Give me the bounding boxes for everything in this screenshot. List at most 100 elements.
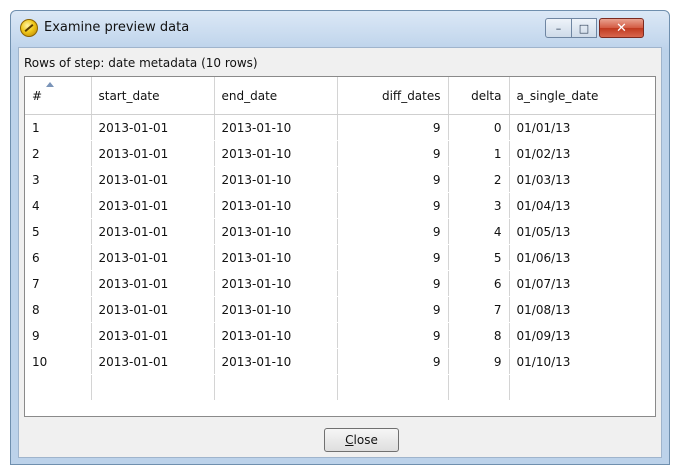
table-cell[interactable]: 8: [25, 296, 92, 323]
maximize-icon: □: [578, 21, 590, 35]
table-cell[interactable]: 2013-01-10: [214, 244, 338, 271]
table-cell[interactable]: 01/09/13: [509, 322, 655, 349]
table-cell[interactable]: 2013-01-01: [91, 244, 215, 271]
table-cell[interactable]: 5: [25, 218, 92, 245]
empty-cell: [25, 374, 92, 400]
table-cell[interactable]: 9: [337, 140, 449, 167]
table-cell[interactable]: 9: [337, 192, 449, 219]
table-cell[interactable]: 1: [25, 114, 92, 141]
table-cell[interactable]: 2013-01-01: [91, 166, 215, 193]
table-cell[interactable]: 2013-01-10: [214, 192, 338, 219]
window-title: Examine preview data: [44, 20, 190, 35]
table-cell[interactable]: 01/01/13: [509, 114, 655, 141]
table-cell[interactable]: 01/03/13: [509, 166, 655, 193]
table-cell[interactable]: 2013-01-10: [214, 296, 338, 323]
table-cell[interactable]: 4: [448, 218, 510, 245]
table-cell[interactable]: 2013-01-10: [214, 218, 338, 245]
column-header-start-date[interactable]: start_date: [91, 77, 215, 115]
table-cell[interactable]: 2: [448, 166, 510, 193]
table-cell[interactable]: 9: [337, 166, 449, 193]
table-cell[interactable]: 2013-01-10: [214, 140, 338, 167]
table-row[interactable]: 10 2013-01-01 2013-01-10 9 9 01/10/13: [25, 348, 655, 375]
table-cell[interactable]: 9: [25, 322, 92, 349]
table-cell[interactable]: 9: [448, 348, 510, 375]
empty-row: [25, 374, 655, 400]
close-button[interactable]: Close: [324, 428, 399, 452]
table-cell[interactable]: 2013-01-01: [91, 348, 215, 375]
close-window-button[interactable]: ✕: [599, 18, 644, 38]
table-cell[interactable]: 2013-01-01: [91, 192, 215, 219]
table-row[interactable]: 8 2013-01-01 2013-01-10 9 7 01/08/13: [25, 296, 655, 323]
table-cell[interactable]: 9: [337, 296, 449, 323]
empty-cell: [448, 374, 510, 400]
table-cell[interactable]: 6: [448, 270, 510, 297]
dialog-window: Examine preview data – □ ✕ Rows of step:…: [10, 10, 670, 465]
minimize-button[interactable]: –: [545, 18, 572, 38]
table-cell[interactable]: 6: [25, 244, 92, 271]
table-cell[interactable]: 3: [25, 166, 92, 193]
table-cell[interactable]: 9: [337, 218, 449, 245]
column-header-delta[interactable]: delta: [448, 77, 510, 115]
table-row[interactable]: 9 2013-01-01 2013-01-10 9 8 01/09/13: [25, 322, 655, 349]
empty-cell: [337, 374, 449, 400]
maximize-button[interactable]: □: [571, 18, 597, 38]
table-cell[interactable]: 9: [337, 270, 449, 297]
table-cell[interactable]: 9: [337, 114, 449, 141]
table-row[interactable]: 5 2013-01-01 2013-01-10 9 4 01/05/13: [25, 218, 655, 245]
table-cell[interactable]: 01/08/13: [509, 296, 655, 323]
table-cell[interactable]: 2013-01-10: [214, 114, 338, 141]
header-row: # start_date end_date diff_dates delta a…: [25, 77, 655, 115]
close-button-mnemonic: C: [345, 433, 354, 447]
column-header-diff-dates[interactable]: diff_dates: [337, 77, 449, 115]
column-header-end-date[interactable]: end_date: [214, 77, 338, 115]
table-cell[interactable]: 01/04/13: [509, 192, 655, 219]
table-cell[interactable]: 2013-01-01: [91, 322, 215, 349]
table-row[interactable]: 3 2013-01-01 2013-01-10 9 2 01/03/13: [25, 166, 655, 193]
table-cell[interactable]: 2013-01-01: [91, 270, 215, 297]
column-header-rownum[interactable]: #: [25, 77, 92, 115]
table-cell[interactable]: 9: [337, 322, 449, 349]
table-row[interactable]: 2 2013-01-01 2013-01-10 9 1 01/02/13: [25, 140, 655, 167]
table-cell[interactable]: 9: [337, 244, 449, 271]
table-row[interactable]: 1 2013-01-01 2013-01-10 9 0 01/01/13: [25, 114, 655, 141]
table-row[interactable]: 6 2013-01-01 2013-01-10 9 5 01/06/13: [25, 244, 655, 271]
empty-cell: [509, 374, 655, 400]
empty-cell: [91, 374, 215, 400]
table-cell[interactable]: 2: [25, 140, 92, 167]
table-cell[interactable]: 7: [448, 296, 510, 323]
table-cell[interactable]: 2013-01-10: [214, 348, 338, 375]
table-cell[interactable]: 2013-01-10: [214, 322, 338, 349]
table-cell[interactable]: 01/05/13: [509, 218, 655, 245]
table-cell[interactable]: 2013-01-10: [214, 270, 338, 297]
table-cell[interactable]: 9: [337, 348, 449, 375]
title-bar[interactable]: Examine preview data – □ ✕: [11, 11, 669, 47]
table-cell[interactable]: 7: [25, 270, 92, 297]
preview-grid[interactable]: # start_date end_date diff_dates delta a…: [24, 76, 656, 417]
table-cell[interactable]: 4: [25, 192, 92, 219]
table-cell[interactable]: 2013-01-01: [91, 114, 215, 141]
table-cell[interactable]: 01/07/13: [509, 270, 655, 297]
close-icon: ✕: [616, 20, 627, 36]
table-cell[interactable]: 01/10/13: [509, 348, 655, 375]
table-cell[interactable]: 3: [448, 192, 510, 219]
table-cell[interactable]: 01/06/13: [509, 244, 655, 271]
preview-table: # start_date end_date diff_dates delta a…: [25, 77, 655, 400]
table-cell[interactable]: 5: [448, 244, 510, 271]
table-cell[interactable]: 01/02/13: [509, 140, 655, 167]
rows-caption: Rows of step: date metadata (10 rows): [24, 56, 258, 70]
table-cell[interactable]: 2013-01-10: [214, 166, 338, 193]
table-cell[interactable]: 2013-01-01: [91, 140, 215, 167]
minimize-icon: –: [555, 21, 562, 35]
table-cell[interactable]: 2013-01-01: [91, 296, 215, 323]
table-cell[interactable]: 8: [448, 322, 510, 349]
table-cell[interactable]: 10: [25, 348, 92, 375]
table-row[interactable]: 7 2013-01-01 2013-01-10 9 6 01/07/13: [25, 270, 655, 297]
app-icon: [20, 19, 38, 37]
table-cell[interactable]: 2013-01-01: [91, 218, 215, 245]
dialog-content: Rows of step: date metadata (10 rows) # …: [18, 47, 662, 458]
column-header-a-single-date[interactable]: a_single_date: [509, 77, 655, 115]
table-body: 1 2013-01-01 2013-01-10 9 0 01/01/13 2 2013-01-…: [25, 114, 655, 400]
table-cell[interactable]: 1: [448, 140, 510, 167]
table-row[interactable]: 4 2013-01-01 2013-01-10 9 3 01/04/13: [25, 192, 655, 219]
table-cell[interactable]: 0: [448, 114, 510, 141]
